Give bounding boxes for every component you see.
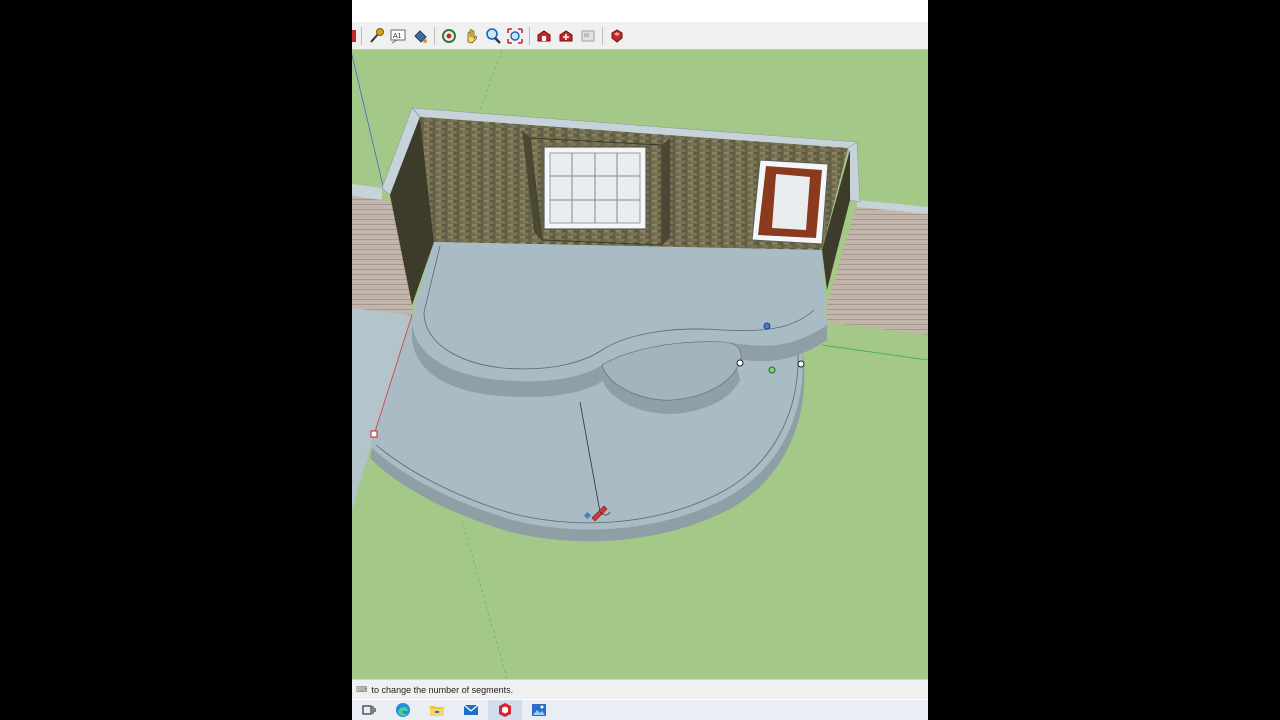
bay-side-right bbox=[662, 138, 670, 245]
pan-icon[interactable] bbox=[460, 25, 482, 47]
green-axis-dashed bbox=[479, 50, 503, 111]
task-view-icon[interactable] bbox=[352, 700, 386, 720]
green-axis-dashed-lower bbox=[461, 519, 508, 679]
main-toolbar: A1 bbox=[352, 22, 928, 50]
endpoint-marker bbox=[736, 359, 744, 367]
red-endpoint-marker bbox=[370, 430, 378, 438]
paint-bucket-icon[interactable] bbox=[409, 25, 431, 47]
mail-icon[interactable] bbox=[454, 700, 488, 720]
windows-taskbar bbox=[352, 700, 928, 720]
blue-axis-line bbox=[352, 54, 385, 191]
green-axis-line bbox=[821, 344, 928, 361]
edge-browser-icon[interactable] bbox=[386, 700, 420, 720]
sketchup-app-icon[interactable] bbox=[488, 700, 522, 720]
layout-icon[interactable] bbox=[577, 25, 599, 47]
model-scene bbox=[352, 50, 928, 679]
toolbar-separator bbox=[434, 26, 435, 45]
ruby-console-icon[interactable] bbox=[606, 25, 628, 47]
svg-text:A1: A1 bbox=[393, 33, 402, 40]
zoom-icon[interactable] bbox=[482, 25, 504, 47]
text-tool-icon[interactable]: A1 bbox=[387, 25, 409, 47]
sketchup-window: A1 ⌨ to change the number of segments. bbox=[352, 0, 928, 720]
partial-tool-icon[interactable] bbox=[352, 25, 358, 47]
toolbar-separator bbox=[602, 26, 603, 45]
title-bar bbox=[352, 0, 928, 22]
zoom-extents-icon[interactable] bbox=[504, 25, 526, 47]
door bbox=[751, 159, 829, 245]
tape-measure-icon[interactable] bbox=[365, 25, 387, 47]
blue-inference-point bbox=[763, 322, 771, 330]
toolbar-separator bbox=[361, 26, 362, 45]
status-text: to change the number of segments. bbox=[371, 684, 514, 695]
warehouse-icon[interactable] bbox=[533, 25, 555, 47]
endpoint-marker-right bbox=[797, 360, 805, 368]
status-bar: ⌨ to change the number of segments. bbox=[352, 679, 928, 699]
toolbar-separator bbox=[529, 26, 530, 45]
status-hint-icon: ⌨ bbox=[356, 685, 368, 694]
orbit-icon[interactable] bbox=[438, 25, 460, 47]
3d-viewport[interactable] bbox=[352, 50, 928, 679]
file-explorer-icon[interactable] bbox=[420, 700, 454, 720]
extension-warehouse-icon[interactable] bbox=[555, 25, 577, 47]
window bbox=[543, 146, 647, 230]
green-midpoint-marker bbox=[768, 366, 776, 374]
photos-icon[interactable] bbox=[522, 700, 556, 720]
